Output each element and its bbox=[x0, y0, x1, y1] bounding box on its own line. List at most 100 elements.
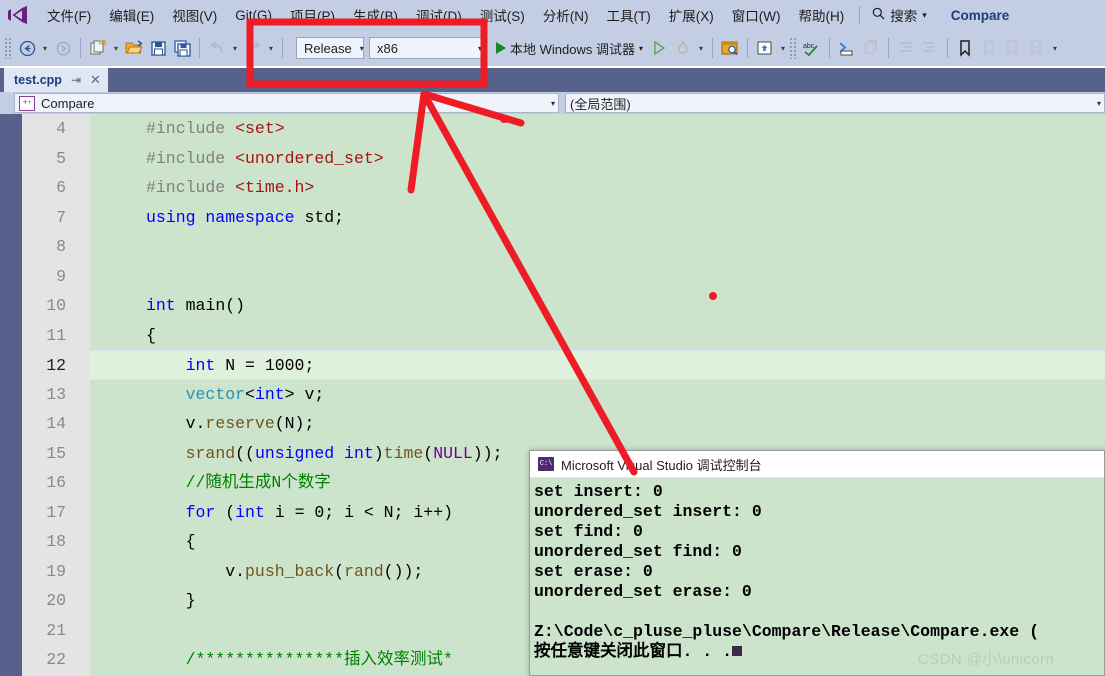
code-token: ( bbox=[334, 561, 345, 581]
menu-item-git[interactable]: Git(G) bbox=[226, 2, 281, 28]
pin-tab-icon[interactable]: ⇥ bbox=[71, 73, 81, 87]
next-bookmark-icon[interactable] bbox=[1001, 36, 1025, 60]
hot-reload-chevron-down-icon[interactable]: ▾ bbox=[695, 36, 707, 60]
menu-item-extensions[interactable]: 扩展(X) bbox=[660, 2, 723, 28]
menu-item-debug[interactable]: 调试(D) bbox=[407, 2, 471, 28]
toolbar-grip[interactable] bbox=[4, 37, 12, 59]
toolbar-grip[interactable] bbox=[788, 37, 797, 59]
solution-explorer-icon[interactable] bbox=[753, 36, 777, 60]
comment-selection-icon[interactable] bbox=[835, 36, 859, 60]
line-number: 19 bbox=[46, 561, 66, 581]
code-token: unsigned int bbox=[254, 443, 374, 463]
undo-chevron-down-icon[interactable]: ▾ bbox=[229, 36, 241, 60]
redo-chevron-down-icon[interactable]: ▾ bbox=[265, 36, 277, 60]
chevron-down-icon: ▾ bbox=[550, 98, 555, 108]
chevron-down-icon[interactable]: ▾ bbox=[639, 44, 643, 53]
new-item-chevron-down-icon[interactable]: ▾ bbox=[110, 36, 122, 60]
line-number: 13 bbox=[46, 384, 66, 404]
undo-icon[interactable] bbox=[205, 36, 229, 60]
menu-label: 扩展(X) bbox=[668, 9, 714, 24]
line-text: vector<int> v; bbox=[146, 380, 325, 410]
line-number: 11 bbox=[46, 325, 66, 345]
toolbar-divider bbox=[282, 38, 283, 58]
line-number: 17 bbox=[46, 502, 66, 522]
line-number: 10 bbox=[46, 296, 66, 315]
code-line[interactable]: 9 bbox=[56, 262, 1105, 292]
close-tab-icon[interactable]: ✕ bbox=[90, 72, 101, 88]
new-item-icon[interactable] bbox=[86, 36, 110, 60]
menu-item-view[interactable]: 视图(V) bbox=[163, 2, 226, 28]
toolbar-overflow-icon[interactable]: ▾ bbox=[1049, 36, 1061, 60]
save-all-icon[interactable] bbox=[170, 36, 194, 60]
redo-icon[interactable] bbox=[241, 36, 265, 60]
start-debugging-button[interactable]: 本地 Windows 调试器 ▾ bbox=[492, 39, 647, 58]
back-history-chevron-down-icon[interactable]: ▾ bbox=[39, 36, 51, 60]
uncomment-selection-icon[interactable] bbox=[859, 36, 883, 60]
spell-check-icon[interactable]: abc bbox=[800, 36, 824, 60]
bookmark-icon[interactable] bbox=[953, 36, 977, 60]
menu-item-test[interactable]: 测试(S) bbox=[471, 2, 534, 28]
debug-console-window[interactable]: C:\ Microsoft Visual Studio 调试控制台 set in… bbox=[529, 450, 1105, 676]
solution-explorer-chevron-down-icon[interactable]: ▾ bbox=[777, 36, 789, 60]
save-icon[interactable] bbox=[146, 36, 170, 60]
navigate-forward-icon[interactable] bbox=[51, 36, 75, 60]
code-line[interactable]: 6 #include <time.h> bbox=[56, 173, 1105, 203]
code-line[interactable]: 13 vector<int> v; bbox=[46, 380, 1105, 410]
menu-label: 文件(F) bbox=[47, 9, 92, 24]
code-token: #include bbox=[146, 178, 236, 197]
toolbar-divider bbox=[887, 38, 889, 58]
menu-label: 编辑(E) bbox=[109, 9, 155, 24]
visual-studio-logo-icon bbox=[6, 4, 30, 26]
menu-item-project[interactable]: 项目(P) bbox=[281, 2, 344, 28]
line-text: //随机生成N个数字 bbox=[146, 468, 331, 498]
console-output: set insert: 0 unordered_set insert: 0 set … bbox=[530, 478, 1104, 662]
console-window-icon: C:\ bbox=[538, 457, 554, 471]
decrease-indent-icon[interactable] bbox=[918, 36, 942, 60]
project-scope-value: Compare bbox=[41, 95, 95, 111]
navigate-back-icon[interactable] bbox=[15, 36, 39, 60]
cpp-project-icon: + + bbox=[19, 95, 35, 111]
menu-item-window[interactable]: 窗口(W) bbox=[723, 2, 790, 28]
code-line[interactable]: 14 v.reserve(N); bbox=[46, 409, 1105, 439]
menu-label: 帮助(H) bbox=[798, 9, 845, 24]
code-line[interactable]: 12 int N = 1000; bbox=[46, 350, 1105, 380]
menu-item-help[interactable]: 帮助(H) bbox=[789, 2, 853, 28]
menu-item-file[interactable]: 文件(F) bbox=[38, 2, 100, 28]
menu-item-edit[interactable]: 编辑(E) bbox=[100, 2, 163, 28]
code-token: } bbox=[146, 591, 196, 610]
code-line[interactable]: 4 #include <set> bbox=[56, 114, 1105, 144]
console-line: unordered_set find: 0 bbox=[534, 542, 742, 561]
member-scope-combo[interactable]: (全局范围) ▾ bbox=[565, 93, 1105, 113]
console-title-bar[interactable]: C:\ Microsoft Visual Studio 调试控制台 bbox=[530, 451, 1104, 478]
menu-label: 工具(T) bbox=[606, 9, 651, 24]
line-number: 21 bbox=[46, 620, 66, 640]
code-line[interactable]: 11 { bbox=[46, 321, 1105, 351]
solution-platform-combo[interactable]: x86 ▾ bbox=[369, 37, 487, 59]
open-file-icon[interactable] bbox=[122, 36, 146, 60]
solution-configuration-combo[interactable]: Release ▾ bbox=[296, 37, 364, 59]
tab-test-cpp[interactable]: test.cpp ⇥ ✕ bbox=[4, 68, 108, 92]
toolbar-divider bbox=[199, 38, 200, 58]
increase-indent-icon[interactable] bbox=[894, 36, 918, 60]
menu-item-build[interactable]: 生成(B) bbox=[344, 2, 407, 28]
code-token: int bbox=[254, 384, 285, 404]
code-line[interactable]: 8 bbox=[56, 232, 1105, 262]
hot-reload-icon[interactable] bbox=[671, 36, 695, 60]
clear-bookmarks-icon[interactable] bbox=[1025, 36, 1049, 60]
menu-label: Git(G) bbox=[235, 7, 272, 23]
menu-item-tools[interactable]: 工具(T) bbox=[598, 2, 660, 28]
menu-item-analyze[interactable]: 分析(N) bbox=[534, 2, 598, 28]
code-line[interactable]: 10 int main() bbox=[46, 291, 1105, 321]
code-token: > v; bbox=[284, 384, 325, 404]
search-box[interactable]: 搜索 ▾ bbox=[866, 5, 933, 25]
previous-bookmark-icon[interactable] bbox=[977, 36, 1001, 60]
code-token: rand bbox=[344, 561, 384, 581]
find-in-files-icon[interactable] bbox=[718, 36, 742, 60]
start-without-debugging-icon[interactable] bbox=[647, 36, 671, 60]
project-scope-combo[interactable]: + + Compare ▾ bbox=[14, 93, 559, 113]
solution-name: Compare bbox=[950, 7, 1010, 23]
chevron-down-icon: ▾ bbox=[1096, 98, 1101, 108]
code-line[interactable]: 7 using namespace std; bbox=[56, 203, 1105, 233]
code-line[interactable]: 5 #include <unordered_set> bbox=[56, 144, 1105, 174]
